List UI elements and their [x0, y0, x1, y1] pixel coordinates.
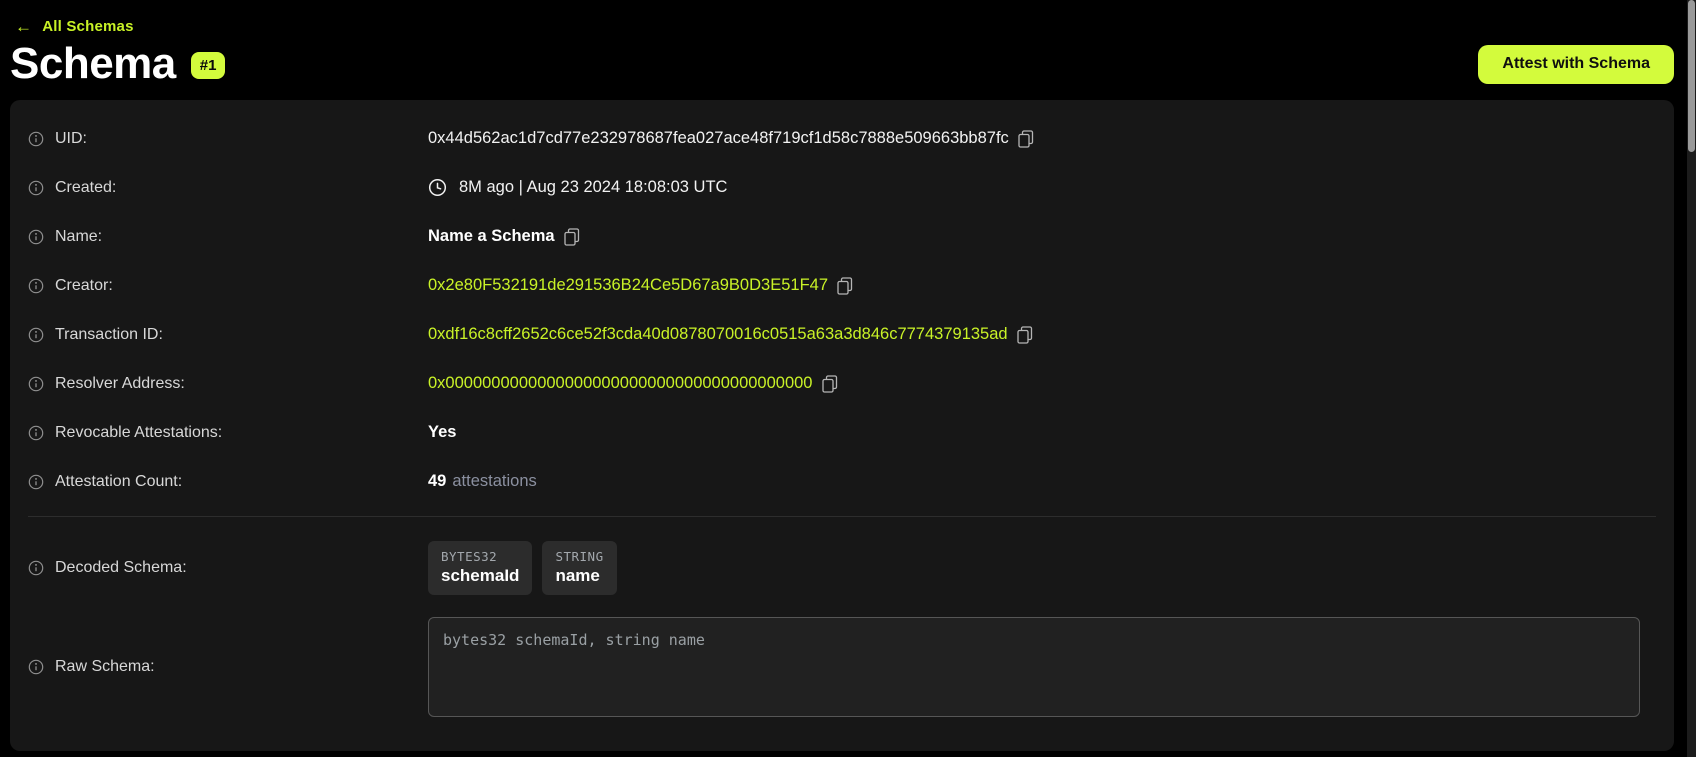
scrollbar-track[interactable] — [1687, 0, 1696, 757]
raw-schema-value-group: bytes32 schemaId, string name — [428, 617, 1656, 717]
field-name-label: schemaId — [441, 566, 519, 586]
resolver-value-group: 0x00000000000000000000000000000000000000… — [428, 374, 1656, 393]
created-label-group: Created: — [28, 179, 428, 197]
revocable-value: Yes — [428, 423, 456, 442]
revocable-label: Revocable Attestations: — [55, 424, 222, 442]
creator-value-group: 0x2e80F532191de291536B24Ce5D67a9B0D3E51F… — [428, 276, 1656, 295]
back-link-label: All Schemas — [42, 18, 133, 35]
uid-label-group: UID: — [28, 130, 428, 148]
row-raw-schema: Raw Schema: bytes32 schemaId, string nam… — [10, 609, 1674, 725]
clock-icon — [428, 178, 447, 197]
row-resolver-address: Resolver Address: 0x00000000000000000000… — [10, 359, 1674, 408]
transaction-id-link[interactable]: 0xdf16c8cff2652c6ce52f3cda40d0878070016c… — [428, 325, 1008, 344]
info-icon[interactable] — [28, 327, 44, 343]
decoded-schema-value-group: BYTES32 schemaId STRING name — [428, 541, 1656, 595]
info-icon[interactable] — [28, 376, 44, 392]
creator-label: Creator: — [55, 277, 113, 295]
created-label: Created: — [55, 179, 116, 197]
schema-number-badge: #1 — [191, 52, 226, 79]
page-content: ← All Schemas Schema #1 Attest with Sche… — [10, 0, 1674, 751]
name-label-group: Name: — [28, 228, 428, 246]
info-icon[interactable] — [28, 278, 44, 294]
info-icon[interactable] — [28, 131, 44, 147]
copy-transaction-button[interactable] — [1017, 326, 1033, 344]
creator-label-group: Creator: — [28, 277, 428, 295]
revocable-value-group: Yes — [428, 423, 1656, 442]
back-to-all-schemas-link[interactable]: ← All Schemas — [15, 18, 134, 35]
row-uid: UID: 0x44d562ac1d7cd77e232978687fea027ac… — [10, 114, 1674, 163]
arrow-left-icon: ← — [15, 18, 32, 35]
section-divider — [28, 516, 1656, 517]
info-icon[interactable] — [28, 229, 44, 245]
attestation-count-unit: attestations — [452, 472, 536, 490]
field-type-label: BYTES32 — [441, 549, 519, 564]
info-icon[interactable] — [28, 180, 44, 196]
resolver-label-group: Resolver Address: — [28, 375, 428, 393]
copy-uid-button[interactable] — [1018, 130, 1034, 148]
resolver-label: Resolver Address: — [55, 375, 185, 393]
row-attestation-count: Attestation Count: 49 attestations — [10, 457, 1674, 506]
info-icon[interactable] — [28, 659, 44, 675]
transaction-label: Transaction ID: — [55, 326, 163, 344]
created-value-group: 8M ago | Aug 23 2024 18:08:03 UTC — [428, 178, 1656, 197]
schema-field-chip: STRING name — [542, 541, 616, 595]
decoded-schema-label-group: Decoded Schema: — [28, 559, 428, 577]
row-name: Name: Name a Schema — [10, 212, 1674, 261]
schema-field-chips: BYTES32 schemaId STRING name — [428, 541, 617, 595]
transaction-value-group: 0xdf16c8cff2652c6ce52f3cda40d0878070016c… — [428, 325, 1656, 344]
transaction-label-group: Transaction ID: — [28, 326, 428, 344]
attestation-count-label: Attestation Count: — [55, 473, 182, 491]
raw-schema-label-group: Raw Schema: — [28, 658, 428, 676]
row-revocable: Revocable Attestations: Yes — [10, 408, 1674, 457]
uid-label: UID: — [55, 130, 87, 148]
attestation-count-value-group: 49 attestations — [428, 472, 1656, 491]
raw-schema-label: Raw Schema: — [55, 658, 155, 676]
info-icon[interactable] — [28, 560, 44, 576]
attestation-count-number: 49 — [428, 472, 446, 490]
info-icon[interactable] — [28, 474, 44, 490]
schema-detail-card: UID: 0x44d562ac1d7cd77e232978687fea027ac… — [10, 100, 1674, 751]
row-created: Created: 8M ago | Aug 23 2024 18:08:03 U… — [10, 163, 1674, 212]
uid-value-group: 0x44d562ac1d7cd77e232978687fea027ace48f7… — [428, 129, 1656, 148]
attest-with-schema-button[interactable]: Attest with Schema — [1478, 45, 1674, 84]
uid-value: 0x44d562ac1d7cd77e232978687fea027ace48f7… — [428, 129, 1009, 148]
decoded-schema-label: Decoded Schema: — [55, 559, 187, 577]
field-name-label: name — [555, 566, 603, 586]
row-creator: Creator: 0x2e80F532191de291536B24Ce5D67a… — [10, 261, 1674, 310]
field-type-label: STRING — [555, 549, 603, 564]
page-title: Schema — [10, 41, 176, 87]
row-transaction-id: Transaction ID: 0xdf16c8cff2652c6ce52f3c… — [10, 310, 1674, 359]
info-icon[interactable] — [28, 425, 44, 441]
attestation-count-label-group: Attestation Count: — [28, 473, 428, 491]
creator-address-link[interactable]: 0x2e80F532191de291536B24Ce5D67a9B0D3E51F… — [428, 276, 828, 295]
copy-resolver-button[interactable] — [822, 375, 838, 393]
name-value: Name a Schema — [428, 227, 555, 246]
schema-field-chip: BYTES32 schemaId — [428, 541, 532, 595]
resolver-address-link[interactable]: 0x00000000000000000000000000000000000000… — [428, 374, 813, 393]
scrollbar-thumb[interactable] — [1688, 0, 1695, 152]
copy-creator-button[interactable] — [837, 277, 853, 295]
row-decoded-schema: Decoded Schema: BYTES32 schemaId STRING … — [10, 527, 1674, 609]
created-value: 8M ago | Aug 23 2024 18:08:03 UTC — [459, 178, 727, 197]
raw-schema-textbox[interactable]: bytes32 schemaId, string name — [428, 617, 1640, 717]
name-value-group: Name a Schema — [428, 227, 1656, 246]
name-label: Name: — [55, 228, 102, 246]
revocable-label-group: Revocable Attestations: — [28, 424, 428, 442]
copy-name-button[interactable] — [564, 228, 580, 246]
title-row: Schema #1 Attest with Schema — [10, 41, 1674, 87]
